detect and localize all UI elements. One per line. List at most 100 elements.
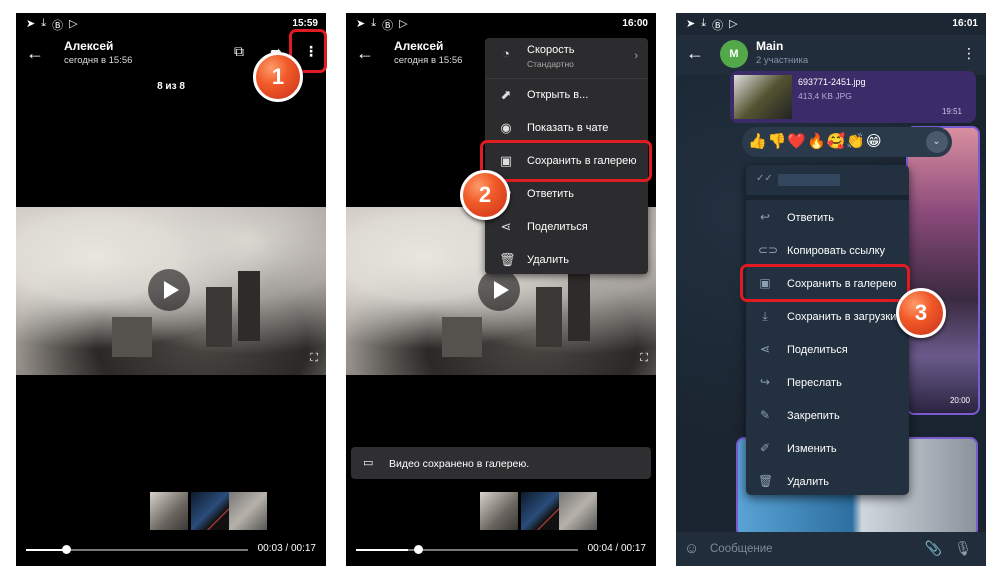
step-badge-1: 1 [253,52,303,102]
menu-item-share[interactable]: ⋖ Поделиться [485,211,648,244]
status-time: 16:01 [952,18,978,29]
message-time: 20:00 [949,396,970,405]
double-check-icon: ✓✓ [756,173,773,184]
chat-subtitle: 2 участника [756,55,809,66]
menu-item-save-to-downloads[interactable]: ⤓ Сохранить в загрузки [746,300,909,333]
message-input[interactable]: Сообщение [710,543,773,555]
thumbnail[interactable] [229,492,267,530]
status-bar: ➤ ⤓ Ⓑ ▷ 15:59 [16,13,326,35]
photo-message[interactable]: 20:00 [906,126,980,415]
seen-by-row[interactable]: ✓✓ [746,165,909,200]
menu-item-reply[interactable]: ↩ Ответить [746,201,909,234]
telegram-icon: ➤ [356,18,366,30]
file-name: 693771-2451.jpg [798,77,866,87]
share-icon: ⋖ [500,219,512,234]
status-bar: ➤ ⤓ Ⓑ ▷ 16:00 [346,13,656,35]
thumbnail[interactable] [191,492,229,530]
message-time: 19:51 [941,107,962,116]
menu-item-forward[interactable]: ↪ Переслать [746,366,909,399]
thumbnail-strip [150,492,267,530]
menu-item-edit[interactable]: ✐ Изменить [746,432,909,465]
seek-knob[interactable] [62,545,71,554]
step-badge-3: 3 [896,288,946,338]
menu-item-share[interactable]: ⋖ Поделиться [746,333,909,366]
play-icon[interactable] [148,269,190,311]
highlight-save-to-gallery [480,140,652,182]
b-icon: Ⓑ [382,20,394,32]
reaction-bar[interactable]: 👍👎❤️🔥🥰👏😁 ⌄ [742,127,952,157]
message-input-bar: ☺ Сообщение 📎 🎙 [676,532,986,566]
telegram-icon: ➤ [686,18,696,30]
fullscreen-icon[interactable]: ⛶ [310,352,318,365]
thumbnail-strip [480,492,597,530]
attach-icon[interactable]: 📎 [925,540,942,557]
telegram-icon: ➤ [26,18,36,30]
avatar[interactable]: M [720,40,748,68]
seek-bar[interactable] [356,545,578,554]
pip-icon[interactable]: ⧉ [234,43,244,60]
download-icon: ⤓ [371,17,377,29]
chevron-right-icon: › [634,50,638,62]
pencil-icon: ✐ [759,441,771,455]
screen-video-viewer-2: ➤ ⤓ Ⓑ ▷ 16:00 ← Алексей сегодня в 15:56 … [346,13,656,566]
sender-name: Алексей [64,39,114,53]
file-thumbnail [734,75,792,119]
download-icon: ⤓ [41,17,47,29]
thumbnail[interactable] [480,492,518,530]
share-icon: ⋖ [759,342,771,356]
sender-name: Алексей [394,39,444,53]
fullscreen-icon[interactable]: ⛶ [640,352,648,365]
menu-item-open-in[interactable]: ⬈ Открыть в... [485,79,648,112]
status-bar: ➤ ⤓ Ⓑ ▷ 16:01 [676,13,986,35]
menu-item-copy-link[interactable]: ⊂⊃ Копировать ссылку [746,234,909,267]
seek-bar[interactable] [26,545,248,554]
toast-notification: ▭ Видео сохранено в галерею. [351,447,651,479]
seek-knob[interactable] [414,545,423,554]
menu-item-delete[interactable]: 🗑 Удалить [485,244,648,277]
sent-date: сегодня в 15:56 [64,55,133,66]
play-store-icon: ▷ [69,18,78,30]
video-frame[interactable]: ⛶ [16,207,326,375]
status-time: 15:59 [292,18,318,29]
menu-item-pin[interactable]: ✎ Закрепить [746,399,909,432]
status-time: 16:00 [622,18,648,29]
back-arrow-icon[interactable]: ← [26,43,44,64]
playback-time: 00:04 / 00:17 [587,543,646,554]
file-size: 413,4 KB JPG [798,91,852,101]
thumbnail[interactable] [559,492,597,530]
highlight-save-to-gallery [740,264,910,302]
link-icon: ⊂⊃ [758,243,779,257]
eye-icon: ◉ [500,120,512,135]
trash-icon: 🗑 [758,474,774,488]
forward-icon: ↪ [759,375,771,389]
play-store-icon: ▷ [729,18,738,30]
pin-icon: ✎ [759,408,771,422]
thumbnail[interactable] [521,492,559,530]
microphone-icon[interactable]: 🎙 [954,540,972,557]
chat-title: Main [756,39,784,53]
b-icon: Ⓑ [52,20,64,32]
menu-item-speed[interactable]: ◔ Скорость Стандартно › [485,38,648,79]
reaction-emojis[interactable]: 👍👎❤️🔥🥰👏😁 [748,133,883,150]
step-badge-2: 2 [460,170,510,220]
sent-date: сегодня в 15:56 [394,55,463,66]
back-arrow-icon[interactable]: ← [686,43,704,64]
back-arrow-icon[interactable]: ← [356,43,374,64]
message-context-menu: ✓✓ ↩ Ответить ⊂⊃ Копировать ссылку ▣ Сох… [746,165,909,495]
trash-icon: 🗑 [499,252,516,267]
thumbnail[interactable] [150,492,188,530]
b-icon: Ⓑ [712,20,724,32]
download-icon: ⤓ [701,17,707,29]
download-icon: ⤓ [762,309,768,323]
emoji-icon[interactable]: ☺ [684,540,699,557]
gallery-icon: ▭ [363,457,374,469]
chevron-down-icon[interactable]: ⌄ [926,131,948,153]
chat-header: ← M Main 2 участника ⋮ [676,35,986,75]
file-message[interactable]: 693771-2451.jpg 413,4 KB JPG 19:51 [730,71,976,123]
more-vert-icon[interactable]: ⋮ [962,45,976,62]
play-store-icon: ▷ [399,18,408,30]
reply-icon: ↩ [759,210,771,224]
playback-time: 00:03 / 00:17 [257,543,316,554]
open-external-icon: ⬈ [500,87,512,102]
menu-item-delete[interactable]: 🗑 Удалить [746,465,909,498]
